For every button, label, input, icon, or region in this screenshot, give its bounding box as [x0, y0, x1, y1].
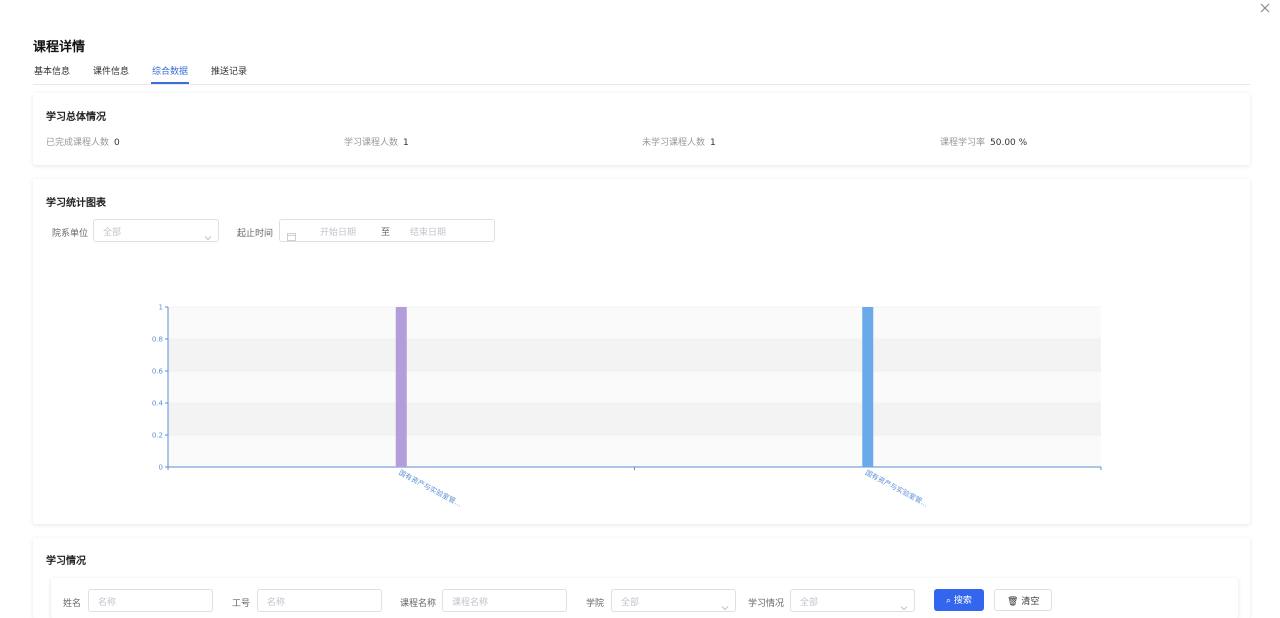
course-name-input[interactable]: 课程名称 — [442, 589, 567, 612]
clear-button-label: 清空 — [1021, 597, 1040, 607]
stat-not-learned: 未学习课程人数 1 — [642, 135, 716, 148]
chart-x-labels: 国有资产与实验室管… 国有资产与实验室管… — [397, 468, 930, 509]
college-select-value: 全部 — [621, 598, 640, 608]
study-card: 学习情况 姓名 名称 工号 名称 课程名称 课程名称 学院 全部 学习情况 全部 — [33, 538, 1250, 618]
y-tick-label: 1 — [159, 304, 163, 312]
summary-card: 学习总体情况 已完成课程人数 0 学习课程人数 1 未学习课程人数 1 课程学习率 50… — [33, 93, 1250, 165]
stat-rate-label: 课程学习率 — [940, 138, 986, 148]
grid-band — [168, 403, 1101, 435]
staff-id-input[interactable]: 名称 — [257, 589, 382, 612]
grid-band — [168, 371, 1101, 403]
study-status-select[interactable]: 全部 — [790, 589, 915, 612]
x-category-label: 国有资产与实验室管… — [864, 468, 930, 509]
staff-id-input-placeholder: 名称 — [267, 598, 286, 608]
stat-rate-value: 50.00 % — [990, 138, 1028, 148]
search-button[interactable]: ⌕ 搜索 — [934, 589, 984, 611]
y-tick-label: 0.4 — [152, 400, 164, 408]
name-input[interactable]: 名称 — [88, 589, 213, 612]
name-input-placeholder: 名称 — [98, 598, 117, 608]
study-status-select-value: 全部 — [800, 598, 819, 608]
y-tick-label: 0.8 — [152, 336, 163, 344]
clear-button[interactable]: 🗑 清空 — [994, 589, 1053, 611]
y-tick-label: 0.6 — [152, 368, 164, 376]
chevron-down-icon — [900, 597, 908, 616]
summary-title: 学习总体情况 — [46, 112, 106, 123]
stat-not-learned-value: 1 — [710, 138, 716, 148]
grid-band — [168, 435, 1101, 467]
stats-bar-chart: 0 0.2 0.4 0.6 0.8 1 国有资产与实验室管… 国有资产与实验室管… — [152, 304, 1102, 509]
tab-courseware-info[interactable]: 课件信息 — [92, 64, 130, 80]
tab-bar: 基本信息 课件信息 综合数据 推送记录 — [33, 64, 1250, 85]
course-name-input-placeholder: 课程名称 — [452, 598, 489, 608]
grid-band — [168, 339, 1101, 371]
close-icon[interactable] — [1258, 1, 1272, 15]
chart-card: 学习统计图表 院系单位 全部 起止时间 开始日期 至 结束日期 0 0.2 0.4 0… — [33, 179, 1250, 524]
chart-grid — [168, 306, 1101, 468]
y-tick-label: 0 — [159, 464, 163, 472]
search-icon: ⌕ — [946, 596, 952, 606]
stat-rate: 课程学习率 50.00 % — [940, 135, 1027, 148]
stat-learning: 学习课程人数 1 — [344, 135, 409, 148]
trash-icon: 🗑 — [1007, 597, 1019, 607]
stat-learning-value: 1 — [403, 138, 409, 148]
chart-bar — [862, 307, 874, 467]
search-button-label: 搜索 — [953, 596, 972, 606]
study-filter-panel: 姓名 名称 工号 名称 课程名称 课程名称 学院 全部 学习情况 全部 ⌕ 搜索 — [51, 578, 1238, 618]
college-select[interactable]: 全部 — [611, 589, 736, 612]
chart-y-ticks: 0 0.2 0.4 0.6 0.8 1 — [152, 304, 168, 472]
stat-completed-value: 0 — [114, 138, 120, 148]
tab-push-records[interactable]: 推送记录 — [210, 64, 248, 80]
grid-band — [168, 307, 1101, 339]
study-title: 学习情况 — [46, 556, 86, 567]
stat-completed-label: 已完成课程人数 — [46, 138, 110, 148]
y-tick-label: 0.2 — [152, 432, 163, 440]
chevron-down-icon — [721, 597, 729, 616]
page-title: 课程详情 — [33, 40, 86, 55]
tab-basic-info[interactable]: 基本信息 — [33, 64, 71, 80]
stat-completed: 已完成课程人数 0 — [46, 135, 120, 148]
chart-bar — [395, 307, 407, 467]
stat-not-learned-label: 未学习课程人数 — [642, 138, 706, 148]
x-category-label: 国有资产与实验室管… — [397, 468, 463, 509]
stat-learning-label: 学习课程人数 — [344, 138, 399, 148]
tab-comprehensive-data[interactable]: 综合数据 — [151, 64, 190, 84]
